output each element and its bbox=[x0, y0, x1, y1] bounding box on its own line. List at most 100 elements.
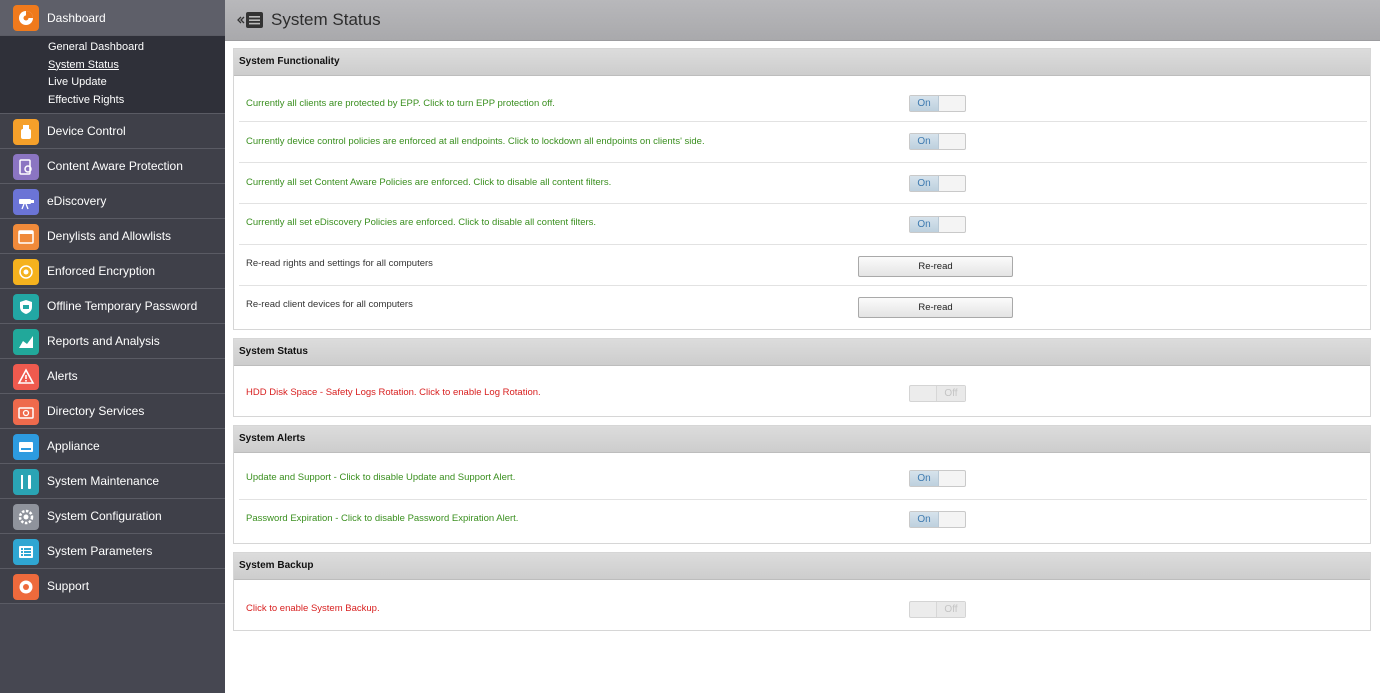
sidebar-item-content-aware-protection[interactable]: Content Aware Protection bbox=[0, 149, 225, 184]
sidebar-item-enforced-encryption[interactable]: Enforced Encryption bbox=[0, 254, 225, 289]
sidebar-item-label: Reports and Analysis bbox=[47, 334, 160, 348]
sidebar-item-label: System Parameters bbox=[47, 544, 153, 558]
sidebar-item-label: Enforced Encryption bbox=[47, 264, 156, 278]
sidebar-item-label: Support bbox=[47, 579, 90, 593]
appliance-icon bbox=[13, 434, 39, 460]
shield-password-icon bbox=[13, 294, 39, 320]
toggle-state: Off bbox=[936, 386, 965, 401]
section-title: System Functionality bbox=[234, 49, 1370, 76]
section-system-alerts: System Alerts Update and Support - Click… bbox=[233, 425, 1371, 544]
sidebar-item-alerts[interactable]: Alerts bbox=[0, 359, 225, 394]
toggle-state: On bbox=[910, 512, 939, 527]
sidebar: Dashboard General Dashboard System Statu… bbox=[0, 0, 225, 693]
app-window: Dashboard General Dashboard System Statu… bbox=[0, 0, 1380, 693]
setting-text[interactable]: Update and Support - Click to disable Up… bbox=[246, 472, 515, 483]
setting-text[interactable]: HDD Disk Space - Safety Logs Rotation. C… bbox=[246, 387, 541, 398]
collapse-menu-icon bbox=[236, 10, 266, 30]
content-aware-toggle[interactable]: On bbox=[909, 175, 966, 192]
sidebar-item-system-configuration[interactable]: System Configuration bbox=[0, 499, 225, 534]
sidebar-item-system-parameters[interactable]: System Parameters bbox=[0, 534, 225, 569]
update-support-toggle[interactable]: On bbox=[909, 470, 966, 487]
directory-icon bbox=[13, 399, 39, 425]
sidebar-item-appliance[interactable]: Appliance bbox=[0, 429, 225, 464]
setting-text[interactable]: Currently all set Content Aware Policies… bbox=[246, 177, 611, 188]
section-system-backup: System Backup Click to enable System Bac… bbox=[233, 552, 1371, 631]
main-content: System Functionality Currently all clien… bbox=[225, 41, 1380, 693]
toggle-state: On bbox=[910, 176, 939, 191]
toggle-state: On bbox=[910, 217, 939, 232]
setting-text: Re-read rights and settings for all comp… bbox=[246, 258, 433, 269]
sidebar-item-system-maintenance[interactable]: System Maintenance bbox=[0, 464, 225, 499]
sidebar-item-label: Dashboard bbox=[47, 10, 106, 25]
sidebar-item-label: System Configuration bbox=[47, 509, 162, 523]
sidebar-item-label: eDiscovery bbox=[47, 194, 107, 208]
parameters-list-icon bbox=[13, 539, 39, 565]
lifebuoy-icon bbox=[13, 574, 39, 600]
submenu-effective-rights[interactable]: Effective Rights bbox=[0, 92, 225, 110]
warning-icon bbox=[13, 364, 39, 390]
toggle-state: On bbox=[910, 134, 939, 149]
reread-rights-button[interactable]: Re-read bbox=[858, 256, 1013, 277]
sidebar-item-label: System Maintenance bbox=[47, 474, 160, 488]
tools-icon bbox=[13, 469, 39, 495]
setting-row-device-control: Currently device control policies are en… bbox=[239, 122, 1367, 163]
usb-device-icon bbox=[13, 119, 39, 145]
setting-row-ediscovery: Currently all set eDiscovery Policies ar… bbox=[239, 204, 1367, 245]
password-expiration-toggle[interactable]: On bbox=[909, 511, 966, 528]
sidebar-item-label: Appliance bbox=[47, 439, 100, 453]
setting-row-epp: Currently all clients are protected by E… bbox=[239, 76, 1367, 122]
submenu-live-update[interactable]: Live Update bbox=[0, 74, 225, 92]
list-window-icon bbox=[13, 224, 39, 250]
setting-text: Re-read client devices for all computers bbox=[246, 299, 413, 310]
setting-row-log-rotation: HDD Disk Space - Safety Logs Rotation. C… bbox=[239, 366, 1367, 416]
sidebar-item-reports-and-analysis[interactable]: Reports and Analysis bbox=[0, 324, 225, 359]
ediscovery-toggle[interactable]: On bbox=[909, 216, 966, 233]
submenu-system-status[interactable]: System Status bbox=[0, 57, 225, 75]
sidebar-item-offline-temporary-password[interactable]: Offline Temporary Password bbox=[0, 289, 225, 324]
log-rotation-toggle[interactable]: Off bbox=[909, 385, 966, 402]
section-title: System Status bbox=[234, 339, 1370, 366]
section-system-functionality: System Functionality Currently all clien… bbox=[233, 48, 1371, 330]
submenu-general-dashboard[interactable]: General Dashboard bbox=[0, 39, 225, 57]
sidebar-item-denylists-and-allowlists[interactable]: Denylists and Allowlists bbox=[0, 219, 225, 254]
setting-text[interactable]: Currently all set eDiscovery Policies ar… bbox=[246, 217, 596, 228]
content-scan-icon bbox=[13, 154, 39, 180]
backup-toggle[interactable]: Off bbox=[909, 601, 966, 618]
setting-row-backup: Click to enable System Backup. Off bbox=[239, 580, 1367, 630]
encryption-icon bbox=[13, 259, 39, 285]
section-system-status: System Status HDD Disk Space - Safety Lo… bbox=[233, 338, 1371, 417]
sidebar-item-ediscovery[interactable]: eDiscovery bbox=[0, 184, 225, 219]
setting-text[interactable]: Password Expiration - Click to disable P… bbox=[246, 513, 518, 524]
setting-row-content-aware: Currently all set Content Aware Policies… bbox=[239, 163, 1367, 204]
sidebar-nav-list: Device Control Content Aware Protection eD… bbox=[0, 114, 225, 604]
sidebar-item-device-control[interactable]: Device Control bbox=[0, 114, 225, 149]
sidebar-item-label: Device Control bbox=[47, 124, 126, 138]
sidebar-item-directory-services[interactable]: Directory Services bbox=[0, 394, 225, 429]
setting-text[interactable]: Currently all clients are protected by E… bbox=[246, 98, 555, 109]
sidebar-item-label: Directory Services bbox=[47, 404, 145, 418]
toggle-state: On bbox=[910, 96, 939, 111]
epp-toggle[interactable]: On bbox=[909, 95, 966, 112]
page-header: System Status bbox=[225, 0, 1380, 41]
section-title: System Alerts bbox=[234, 426, 1370, 453]
telescope-icon bbox=[13, 189, 39, 215]
sidebar-item-label: Offline Temporary Password bbox=[47, 299, 198, 313]
toggle-state: Off bbox=[936, 602, 965, 617]
sidebar-item-label: Alerts bbox=[47, 369, 78, 383]
gear-icon bbox=[13, 504, 39, 530]
setting-row-update-support: Update and Support - Click to disable Up… bbox=[239, 453, 1367, 500]
chart-icon bbox=[13, 329, 39, 355]
collapse-menu-button[interactable] bbox=[236, 10, 266, 30]
setting-row-reread-devices: Re-read client devices for all computers… bbox=[239, 286, 1367, 329]
sidebar-item-label: Denylists and Allowlists bbox=[47, 229, 172, 243]
dashboard-icon bbox=[13, 5, 39, 31]
section-title: System Backup bbox=[234, 553, 1370, 580]
sidebar-item-dashboard[interactable]: Dashboard bbox=[0, 0, 225, 36]
reread-devices-button[interactable]: Re-read bbox=[858, 297, 1013, 318]
sidebar-item-support[interactable]: Support bbox=[0, 569, 225, 604]
device-control-toggle[interactable]: On bbox=[909, 133, 966, 150]
setting-text[interactable]: Click to enable System Backup. bbox=[246, 603, 380, 614]
page-title: System Status bbox=[271, 10, 381, 29]
setting-text[interactable]: Currently device control policies are en… bbox=[246, 136, 705, 147]
setting-row-password-expiration: Password Expiration - Click to disable P… bbox=[239, 500, 1367, 543]
